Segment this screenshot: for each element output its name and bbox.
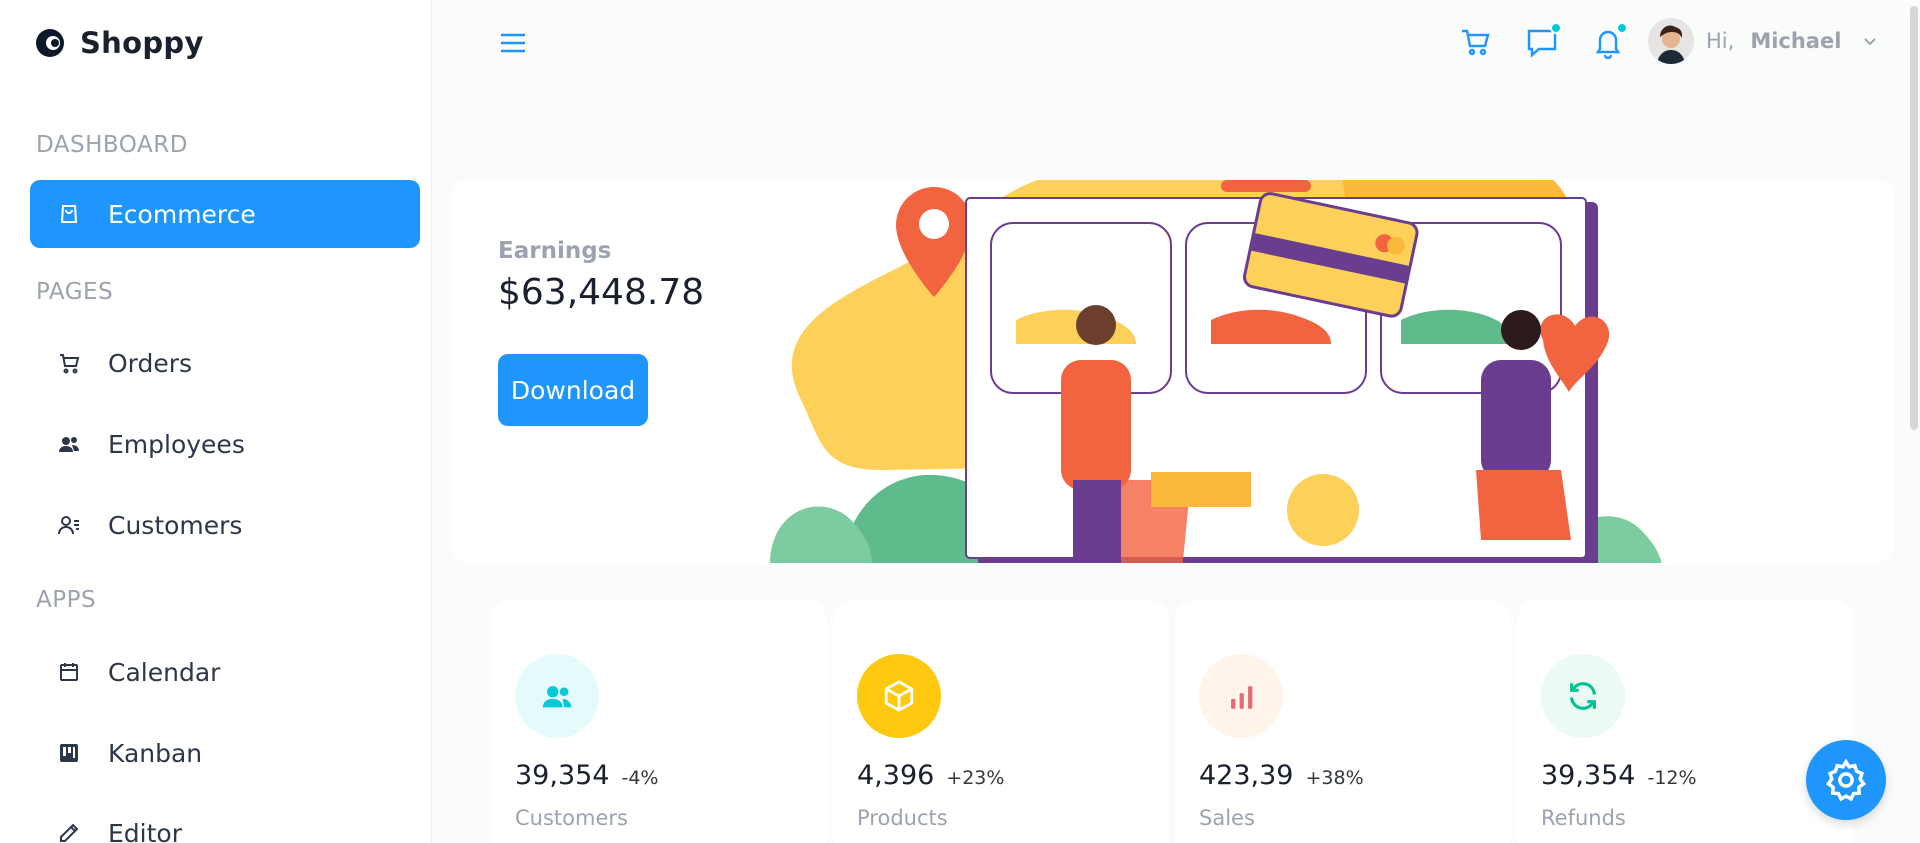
cart-icon[interactable] [1458, 24, 1494, 60]
stat-line: 39,354 -12% [1541, 760, 1697, 791]
calendar-icon [56, 659, 82, 685]
stat-label: Refunds [1541, 806, 1626, 830]
sidebar-item-kanban[interactable]: Kanban [30, 719, 420, 787]
kanban-icon [56, 740, 82, 766]
stat-line: 39,354 -4% [515, 760, 658, 791]
stat-change: -12% [1647, 767, 1697, 789]
stat-card-customers: 39,354 -4% Customers [491, 600, 827, 843]
ecommerce-illustration [770, 180, 1662, 563]
stat-value: 4,396 [857, 760, 935, 791]
edit-icon [56, 820, 82, 843]
stat-card-refunds: 39,354 -12% Refunds [1517, 600, 1853, 843]
gear-icon [1825, 758, 1867, 802]
earnings-value: $63,448.78 [498, 272, 705, 313]
section-pages: PAGES [36, 279, 114, 305]
stat-change: +38% [1305, 767, 1364, 789]
sidebar: Shoppy DASHBOARD Ecommerce PAGES Orders … [0, 0, 432, 843]
stat-card-sales: 423,39 +38% Sales [1175, 600, 1511, 843]
box-icon[interactable] [857, 654, 941, 738]
sidebar-item-ecommerce[interactable]: Ecommerce [30, 180, 420, 248]
section-apps: APPS [36, 587, 97, 613]
stat-card-products: 4,396 +23% Products [833, 600, 1169, 843]
stat-value: 423,39 [1199, 760, 1294, 791]
settings-button[interactable] [1806, 740, 1886, 820]
chat-notification-dot [1550, 22, 1562, 34]
sidebar-item-label: Employees [108, 429, 245, 459]
greeting: Hi, [1706, 29, 1735, 53]
shoppy-logo-icon [36, 29, 64, 57]
sidebar-item-label: Editor [108, 818, 182, 843]
section-dashboard: DASHBOARD [36, 132, 188, 158]
download-button[interactable]: Download [498, 354, 648, 426]
stat-value: 39,354 [1541, 760, 1636, 791]
sidebar-item-label: Ecommerce [108, 199, 256, 229]
sidebar-item-orders[interactable]: Orders [30, 329, 420, 397]
brand-logo-link[interactable]: Shoppy [34, 26, 204, 60]
stat-label: Products [857, 806, 948, 830]
sidebar-item-editor[interactable]: Editor [30, 799, 420, 843]
sidebar-item-label: Calendar [108, 657, 221, 687]
sidebar-item-calendar[interactable]: Calendar [30, 638, 420, 706]
menu-icon[interactable] [498, 28, 528, 58]
scrollbar[interactable] [1910, 6, 1918, 430]
sidebar-item-customers[interactable]: Customers [30, 491, 420, 559]
customer-list-icon [56, 512, 82, 538]
refresh-icon[interactable] [1541, 654, 1625, 738]
stat-label: Customers [515, 806, 628, 830]
people-icon [56, 431, 82, 457]
cart-icon [56, 350, 82, 376]
user-profile-menu[interactable]: Hi, Michael [1648, 18, 1879, 64]
earnings-card: Earnings $63,448.78 Download [451, 180, 1894, 563]
avatar [1648, 18, 1694, 64]
brand-name: Shoppy [80, 26, 204, 60]
sidebar-item-employees[interactable]: Employees [30, 410, 420, 478]
bell-notification-dot [1616, 22, 1628, 34]
customers-icon[interactable] [515, 654, 599, 738]
stat-line: 423,39 +38% [1199, 760, 1364, 791]
stat-change: +23% [946, 767, 1005, 789]
chevron-down-icon [1864, 38, 1877, 46]
earnings-label: Earnings [498, 238, 612, 264]
bar-chart-icon[interactable] [1199, 654, 1283, 738]
sidebar-item-label: Orders [108, 348, 193, 378]
sidebar-item-label: Customers [108, 510, 243, 540]
stat-change: -4% [621, 767, 659, 789]
user-name: Michael [1750, 29, 1842, 53]
sidebar-item-label: Kanban [108, 738, 203, 768]
shopping-bag-icon [56, 201, 82, 227]
stat-value: 39,354 [515, 760, 610, 791]
stat-label: Sales [1199, 806, 1255, 830]
stat-line: 4,396 +23% [857, 760, 1004, 791]
